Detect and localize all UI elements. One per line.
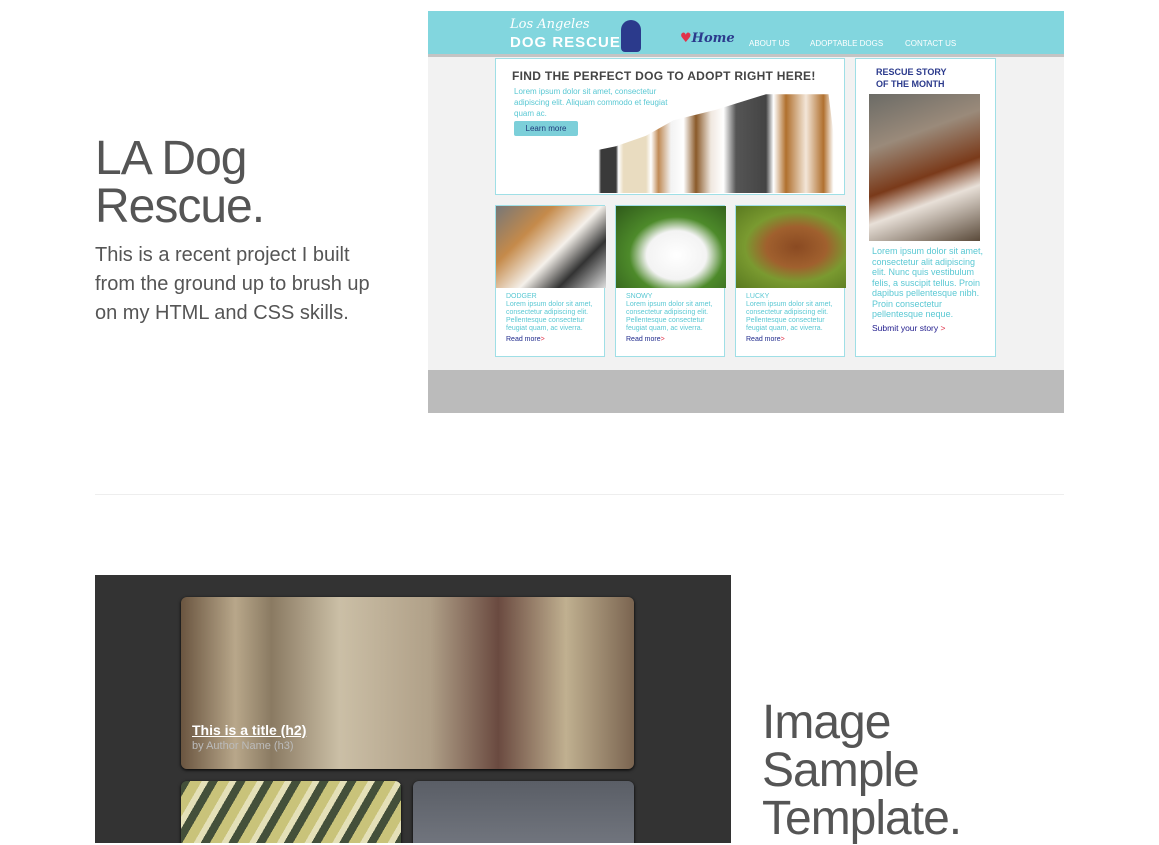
image-template-screenshot[interactable]: This is a title (h2) by Author Name (h3) [95, 575, 731, 843]
rescue-photo [869, 94, 980, 241]
read-more-label: Read more [626, 336, 661, 343]
submit-story-label: Submit your story [872, 323, 939, 333]
title-line: Template. [762, 792, 962, 845]
dog-photo [616, 206, 726, 288]
sidebar-text: Lorem ipsum dolor sit amet, consectetur … [872, 246, 984, 319]
chevron-right-icon: > [540, 336, 545, 343]
site-footer [428, 370, 1064, 413]
logo-script: Los Angeles [510, 17, 590, 32]
read-more-link[interactable]: Read more> [506, 336, 545, 343]
read-more-label: Read more [746, 336, 781, 343]
heart-icon: ♥ [680, 31, 692, 46]
dog-text: Lorem ipsum dolor sit amet, consectetur … [626, 301, 713, 332]
project-description: This is a recent project I built from th… [95, 244, 370, 324]
project-title: LA Dog Rescue. [95, 132, 265, 233]
dog-card: LUCKY Lorem ipsum dolor sit amet, consec… [735, 205, 846, 357]
chevron-right-icon: > [780, 336, 785, 343]
chevron-right-icon: > [940, 323, 946, 333]
submit-story-link[interactable]: Submit your story > [872, 323, 945, 333]
thumbnail-image[interactable] [181, 781, 401, 843]
nav-home-label: Home [691, 31, 735, 46]
read-more-link[interactable]: Read more> [626, 336, 665, 343]
sidebar-heading: RESCUE STORY OF THE MONTH [876, 66, 947, 90]
read-more-link[interactable]: Read more> [746, 336, 785, 343]
hero-box: FIND THE PERFECT DOG TO ADOPT RIGHT HERE… [495, 58, 845, 195]
project-title: Image Sample Template. [762, 696, 962, 845]
section-divider [95, 494, 1064, 495]
dog-logo-icon [621, 20, 641, 52]
nav-about[interactable]: ABOUT US [749, 39, 790, 48]
nav-home[interactable]: ♥Home [680, 31, 735, 46]
dog-text: Lorem ipsum dolor sit amet, consectetur … [506, 301, 593, 332]
thumbnail-image[interactable] [413, 781, 634, 843]
chevron-right-icon: > [660, 336, 665, 343]
nav-adoptable[interactable]: ADOPTABLE DOGS [810, 39, 883, 48]
title-line: Sample [762, 744, 920, 797]
nav-contact[interactable]: CONTACT US [905, 39, 956, 48]
logo-main: DOG RESCUE [510, 34, 621, 51]
dog-name: LUCKY [746, 293, 770, 300]
card-title[interactable]: This is a title (h2) [192, 722, 306, 738]
dog-photo [496, 206, 606, 288]
heading-line: OF THE MONTH [876, 79, 945, 89]
dog-photo [736, 206, 846, 288]
dog-text: Lorem ipsum dolor sit amet, consectetur … [746, 301, 833, 332]
read-more-label: Read more [506, 336, 541, 343]
hero-text: Lorem ipsum dolor sit amet, consectetur … [514, 87, 668, 118]
hero-heading: FIND THE PERFECT DOG TO ADOPT RIGHT HERE… [512, 69, 816, 83]
dog-card: DODGER Lorem ipsum dolor sit amet, conse… [495, 205, 606, 357]
title-line: LA Dog [95, 132, 247, 185]
heading-line: RESCUE STORY [876, 67, 947, 77]
card-author: by Author Name (h3) [192, 740, 294, 752]
title-line: Rescue. [95, 180, 265, 233]
dog-name: SNOWY [626, 293, 653, 300]
rescue-story-sidebar: RESCUE STORY OF THE MONTH Lorem ipsum dol… [855, 58, 996, 357]
title-line: Image [762, 696, 891, 749]
site-header: Los Angeles DOG RESCUE ♥Home ABOUT US AD… [428, 11, 1064, 57]
la-dog-rescue-screenshot[interactable]: Los Angeles DOG RESCUE ♥Home ABOUT US AD… [428, 11, 1064, 413]
dog-card: SNOWY Lorem ipsum dolor sit amet, consec… [615, 205, 726, 357]
learn-more-button[interactable]: Learn more [514, 121, 578, 136]
dog-name: DODGER [506, 293, 537, 300]
